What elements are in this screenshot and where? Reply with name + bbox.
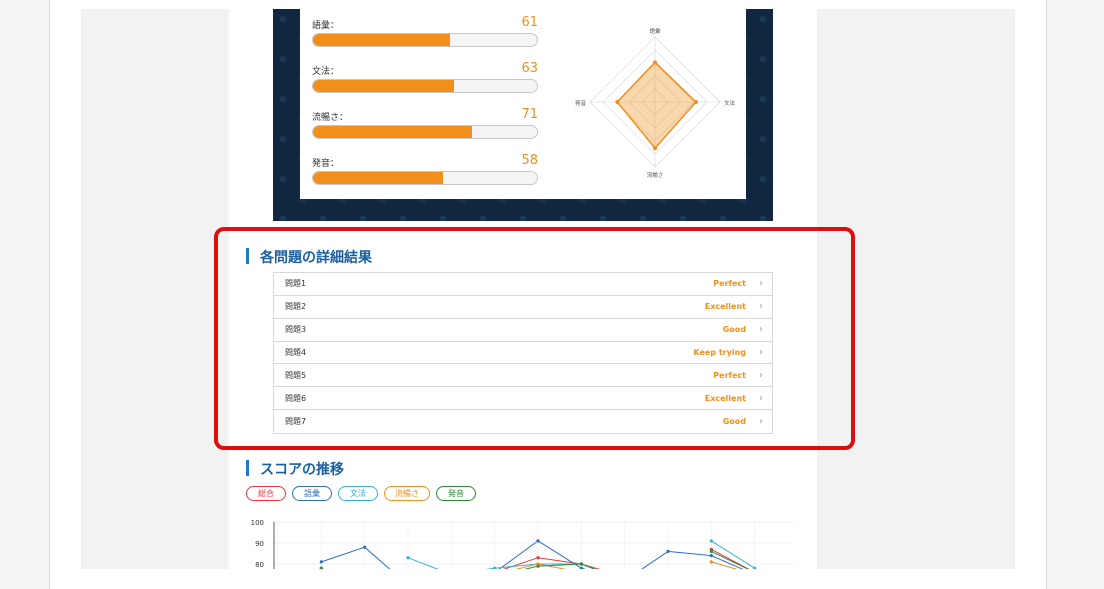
radar-point	[615, 100, 620, 104]
series-tag[interactable]: 総合	[246, 486, 286, 501]
score-bar-track	[312, 33, 538, 47]
trend-section-title: スコアの推移	[246, 459, 344, 479]
series-filter-tags: 総合 語彙 文法 流暢さ 発音	[246, 486, 476, 501]
score-panel: 語彙： 61 文法： 63 流暢さ： 71 発音： 58 語彙 文法 流暢さ 発…	[273, 9, 773, 221]
radar-axis-label: 発音	[575, 99, 587, 107]
score-value: 61	[521, 15, 538, 30]
chart-y-tick-label: 100	[251, 519, 264, 527]
radar-chart: 語彙文法流暢さ 発音	[575, 27, 736, 179]
left-gutter	[0, 0, 50, 589]
chart-y-tick-label: 80	[255, 561, 264, 569]
series-point	[406, 556, 410, 560]
score-bar-fill	[313, 80, 455, 92]
radar-score-area	[616, 61, 697, 150]
series-tag[interactable]: 流暢さ	[384, 486, 430, 501]
series-point	[363, 545, 367, 549]
score-value: 58	[521, 153, 538, 168]
score-card: 語彙： 61 文法： 63 流暢さ： 71 発音： 58 語彙 文法 流暢さ 発…	[300, 9, 746, 199]
score-label: 流暢さ：	[312, 113, 349, 123]
radar-point	[693, 100, 698, 104]
chart-y-tick-label: 90	[255, 540, 264, 548]
series-tag[interactable]: 文法	[338, 486, 378, 501]
series-point	[536, 564, 540, 568]
score-label: 発音：	[312, 159, 340, 169]
series-point	[319, 566, 323, 569]
series-point	[493, 566, 497, 569]
right-gutter	[1046, 0, 1104, 589]
series-point	[319, 560, 323, 564]
series-point	[536, 556, 540, 560]
radar-axis-label: 語彙	[649, 27, 661, 35]
score-row-pronunciation: 発音： 58	[312, 153, 538, 196]
series-tag[interactable]: 発音	[436, 486, 476, 501]
radar-point	[653, 60, 657, 65]
score-bar-track	[312, 79, 538, 93]
score-trend-chart: 100 90 80	[251, 519, 794, 569]
series-point	[579, 562, 583, 566]
series-point	[709, 539, 713, 543]
series-tag[interactable]: 語彙	[292, 486, 332, 501]
score-bar-track	[312, 125, 538, 139]
series-point	[709, 554, 713, 558]
score-row-fluency: 流暢さ： 71	[312, 107, 538, 150]
score-bar-fill	[313, 34, 450, 46]
score-bar-track	[312, 171, 538, 185]
series-line	[711, 548, 750, 569]
score-row-vocabulary: 語彙： 61	[312, 15, 538, 58]
radar-axis-label: 流暢さ	[647, 171, 664, 179]
series-point	[536, 539, 540, 543]
series-point	[709, 560, 713, 564]
score-label: 文法：	[312, 67, 340, 77]
series-point	[709, 549, 713, 553]
radar-axis-label: 文法	[724, 99, 736, 107]
score-row-grammar: 文法： 63	[312, 61, 538, 104]
series-point	[666, 549, 670, 553]
score-bar-fill	[313, 126, 473, 138]
series-line	[503, 557, 601, 569]
radar-point	[653, 146, 657, 151]
score-bar-fill	[313, 172, 443, 184]
score-value: 71	[521, 107, 538, 122]
score-value: 63	[521, 61, 538, 76]
score-label: 語彙：	[312, 21, 340, 31]
highlight-box	[214, 227, 855, 450]
